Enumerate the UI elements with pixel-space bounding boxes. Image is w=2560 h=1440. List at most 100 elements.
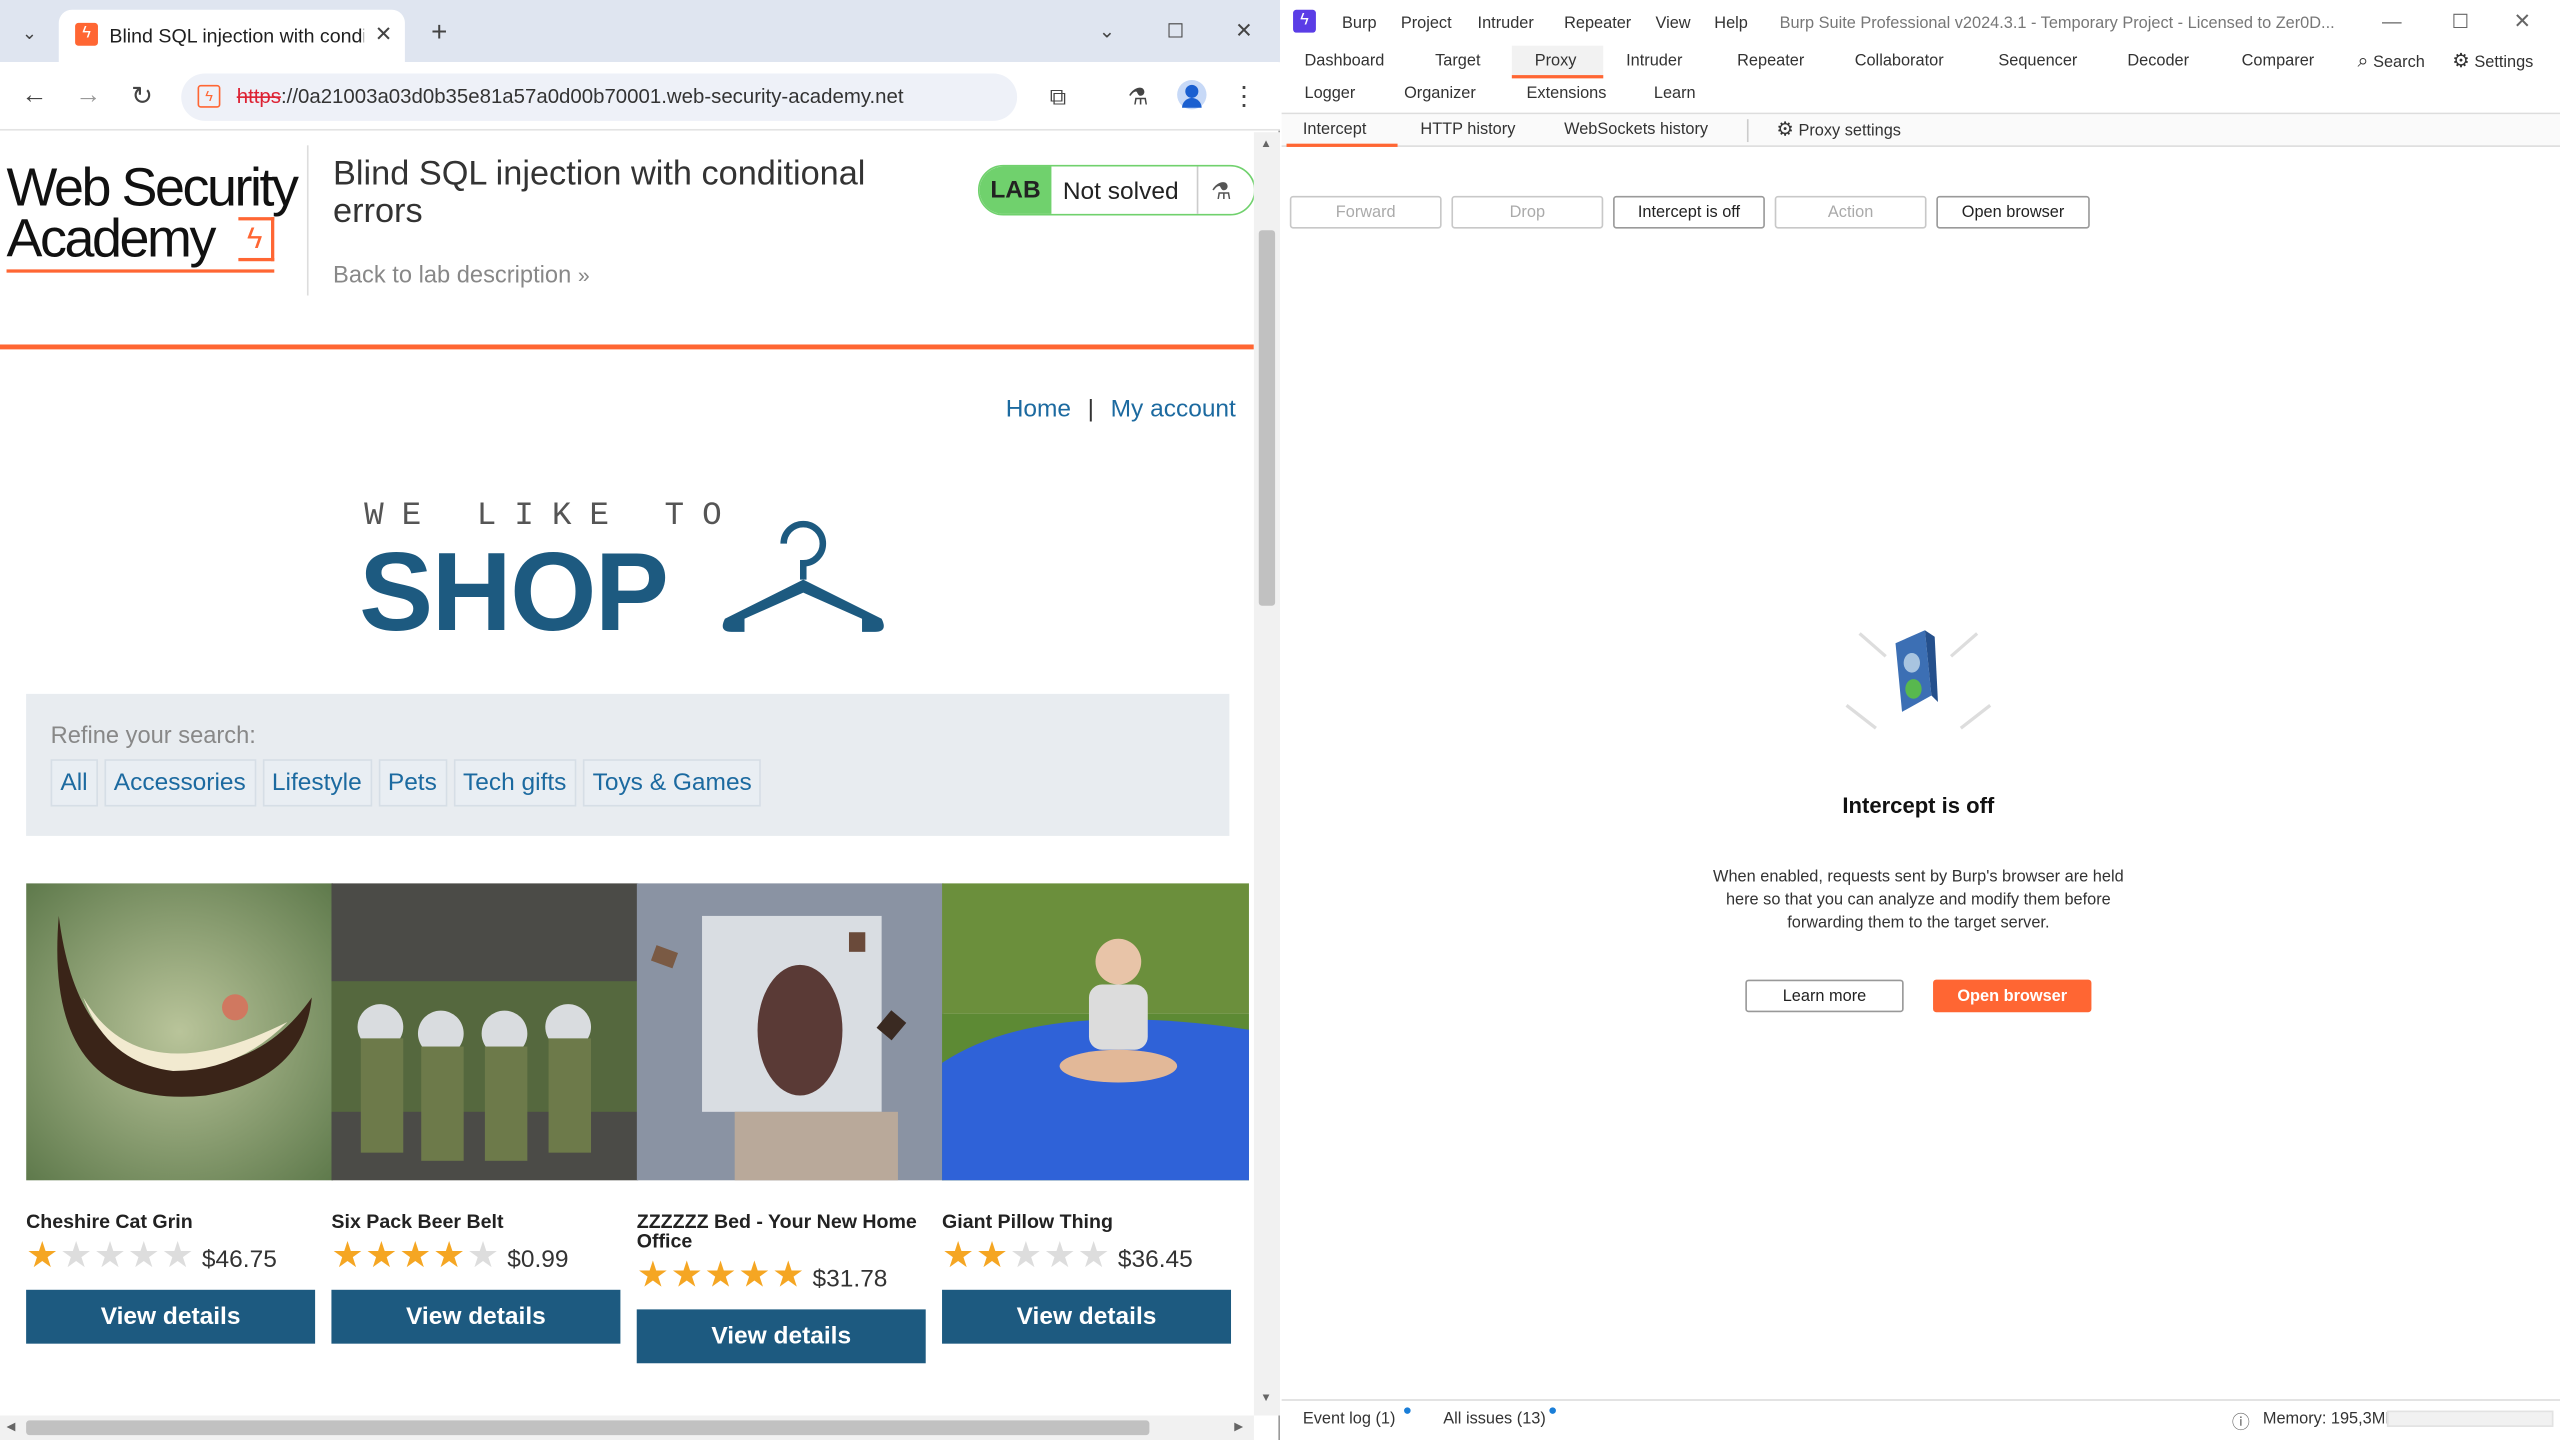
- product-image[interactable]: [942, 883, 1253, 1181]
- tab-intruder[interactable]: Intruder: [1626, 52, 1682, 70]
- new-tab-icon[interactable]: +: [421, 15, 457, 51]
- star-empty-icon: ★: [1043, 1234, 1076, 1276]
- category-toys-games[interactable]: Toys & Games: [582, 759, 762, 807]
- settings-button[interactable]: ⚙ Settings: [2452, 49, 2533, 72]
- tab-search-icon[interactable]: ⌄: [13, 16, 46, 49]
- category-lifestyle[interactable]: Lifestyle: [262, 759, 372, 807]
- tab-decoder[interactable]: Decoder: [2127, 52, 2189, 70]
- tab-dashboard[interactable]: Dashboard: [1304, 52, 1384, 70]
- tab-comparer[interactable]: Comparer: [2242, 52, 2315, 70]
- scroll-down-icon[interactable]: ▼: [1260, 1393, 1271, 1404]
- minimize-icon[interactable]: —: [2379, 8, 2405, 34]
- refine-search-panel: Refine your search: All Accessories Lifest…: [26, 693, 1230, 836]
- view-details-button[interactable]: View details: [636, 1309, 926, 1364]
- extensions-icon[interactable]: ⧉: [1040, 78, 1076, 114]
- menu-view[interactable]: View: [1656, 15, 1691, 33]
- favicon-icon: ϟ: [75, 22, 98, 46]
- tab-sequencer[interactable]: Sequencer: [1998, 52, 2077, 70]
- my-account-link[interactable]: My account: [1111, 395, 1236, 423]
- menu-intruder[interactable]: Intruder: [1478, 15, 1534, 33]
- hanger-icon: [722, 520, 884, 632]
- gear-icon: ⚙: [1776, 117, 1794, 141]
- profile-avatar-icon[interactable]: [1177, 79, 1207, 110]
- address-bar[interactable]: ϟ https://0a21003a03d0b35e81a57a0d00b700…: [181, 73, 1018, 121]
- lab-status: Not solved: [1062, 177, 1179, 206]
- tab-collaborator[interactable]: Collaborator: [1855, 52, 1944, 70]
- tab-close-icon[interactable]: ✕: [369, 20, 398, 49]
- scroll-right-icon[interactable]: ▶: [1234, 1420, 1243, 1433]
- menu-burp[interactable]: Burp: [1342, 15, 1376, 33]
- view-details-button[interactable]: View details: [331, 1289, 621, 1344]
- tab-organizer[interactable]: Organizer: [1404, 85, 1476, 103]
- menu-project[interactable]: Project: [1401, 15, 1452, 33]
- horizontal-scrollbar[interactable]: ◀ ▶: [0, 1415, 1254, 1440]
- proxy-settings-button[interactable]: ⚙ Proxy settings: [1776, 118, 1901, 141]
- product-image[interactable]: [636, 883, 944, 1181]
- menu-repeater[interactable]: Repeater: [1564, 15, 1631, 33]
- event-log-button[interactable]: Event log (1): [1303, 1411, 1396, 1429]
- tab-extensions[interactable]: Extensions: [1527, 85, 1607, 103]
- academy-logo[interactable]: Web Security Academy ϟ: [6, 156, 304, 273]
- menu-help[interactable]: Help: [1714, 15, 1748, 33]
- refine-label: Refine your search:: [50, 723, 256, 750]
- scroll-left-icon[interactable]: ◀: [7, 1420, 16, 1433]
- forward-button[interactable]: Forward: [1289, 195, 1442, 229]
- subtab-http-history[interactable]: HTTP history: [1420, 121, 1515, 139]
- open-browser-primary-button[interactable]: Open browser: [1933, 979, 2092, 1013]
- vertical-scrollbar[interactable]: ▲ ▼: [1253, 132, 1280, 1416]
- product-price: $36.45: [1117, 1244, 1193, 1273]
- top-nav: Home | My account: [1006, 395, 1236, 423]
- subtab-websockets-history[interactable]: WebSockets history: [1564, 121, 1708, 139]
- open-browser-button[interactable]: Open browser: [1936, 195, 2090, 229]
- event-log-dot: [1404, 1407, 1411, 1414]
- learn-more-button[interactable]: Learn more: [1745, 979, 1904, 1013]
- view-details-button[interactable]: View details: [942, 1289, 1232, 1344]
- tab-target[interactable]: Target: [1435, 52, 1480, 70]
- minimize-icon[interactable]: ⌄: [1091, 15, 1124, 48]
- site-info-icon[interactable]: ϟ: [197, 84, 221, 108]
- search-button[interactable]: ⌕ Search: [2358, 49, 2425, 73]
- tab-proxy[interactable]: Proxy: [1535, 52, 1577, 70]
- subtab-intercept[interactable]: Intercept: [1303, 121, 1367, 139]
- logo-line-1: Web Security: [6, 156, 299, 218]
- url-scheme: https: [236, 84, 281, 108]
- tab-repeater[interactable]: Repeater: [1737, 52, 1804, 70]
- product-price: $46.75: [201, 1244, 277, 1273]
- action-button[interactable]: Action: [1774, 195, 1927, 229]
- back-icon[interactable]: ←: [16, 78, 52, 114]
- drop-button[interactable]: Drop: [1451, 195, 1604, 229]
- labs-flask-icon[interactable]: ⚗: [1120, 78, 1156, 114]
- product-name: Giant Pillow Thing: [942, 1209, 1113, 1233]
- category-pets[interactable]: Pets: [378, 759, 447, 807]
- reload-icon[interactable]: ↻: [124, 78, 160, 114]
- chrome-menu-icon[interactable]: ⋮: [1228, 78, 1261, 114]
- traffic-light-icon: [1845, 630, 1992, 730]
- burp-logo-icon: ϟ: [1293, 9, 1316, 33]
- close-window-icon[interactable]: ✕: [1228, 15, 1261, 48]
- maximize-icon[interactable]: ☐: [2447, 8, 2473, 34]
- all-issues-button[interactable]: All issues (13): [1443, 1411, 1546, 1429]
- back-to-lab-link[interactable]: Back to lab description »: [333, 263, 590, 289]
- home-link[interactable]: Home: [1006, 395, 1071, 423]
- product-image[interactable]: [26, 883, 334, 1181]
- category-accessories[interactable]: Accessories: [103, 759, 256, 807]
- tab-learn[interactable]: Learn: [1654, 85, 1696, 103]
- scroll-up-icon[interactable]: ▲: [1260, 139, 1271, 150]
- forward-icon[interactable]: →: [70, 78, 106, 114]
- empty-state-title: Intercept is off: [1842, 793, 1995, 818]
- scrollbar-thumb[interactable]: [1258, 230, 1276, 606]
- category-filters: All Accessories Lifestyle Pets Tech gifts Toy…: [50, 759, 769, 807]
- close-window-icon[interactable]: ✕: [2509, 8, 2535, 34]
- category-all[interactable]: All: [50, 759, 98, 807]
- intercept-toggle-button[interactable]: Intercept is off: [1613, 195, 1765, 229]
- star-filled-icon: ★: [399, 1234, 432, 1276]
- category-tech-gifts[interactable]: Tech gifts: [453, 759, 577, 807]
- web-page: Web Security Academy ϟ Blind SQL injecti…: [0, 132, 1254, 1416]
- view-details-button[interactable]: View details: [26, 1289, 316, 1344]
- product-image[interactable]: [331, 883, 639, 1181]
- browser-tab[interactable]: ϟ Blind SQL injection with condit ✕: [58, 9, 405, 63]
- star-filled-icon: ★: [772, 1253, 805, 1295]
- tab-logger[interactable]: Logger: [1304, 85, 1355, 103]
- maximize-icon[interactable]: ☐: [1159, 15, 1192, 48]
- scrollbar-thumb[interactable]: [26, 1420, 1150, 1436]
